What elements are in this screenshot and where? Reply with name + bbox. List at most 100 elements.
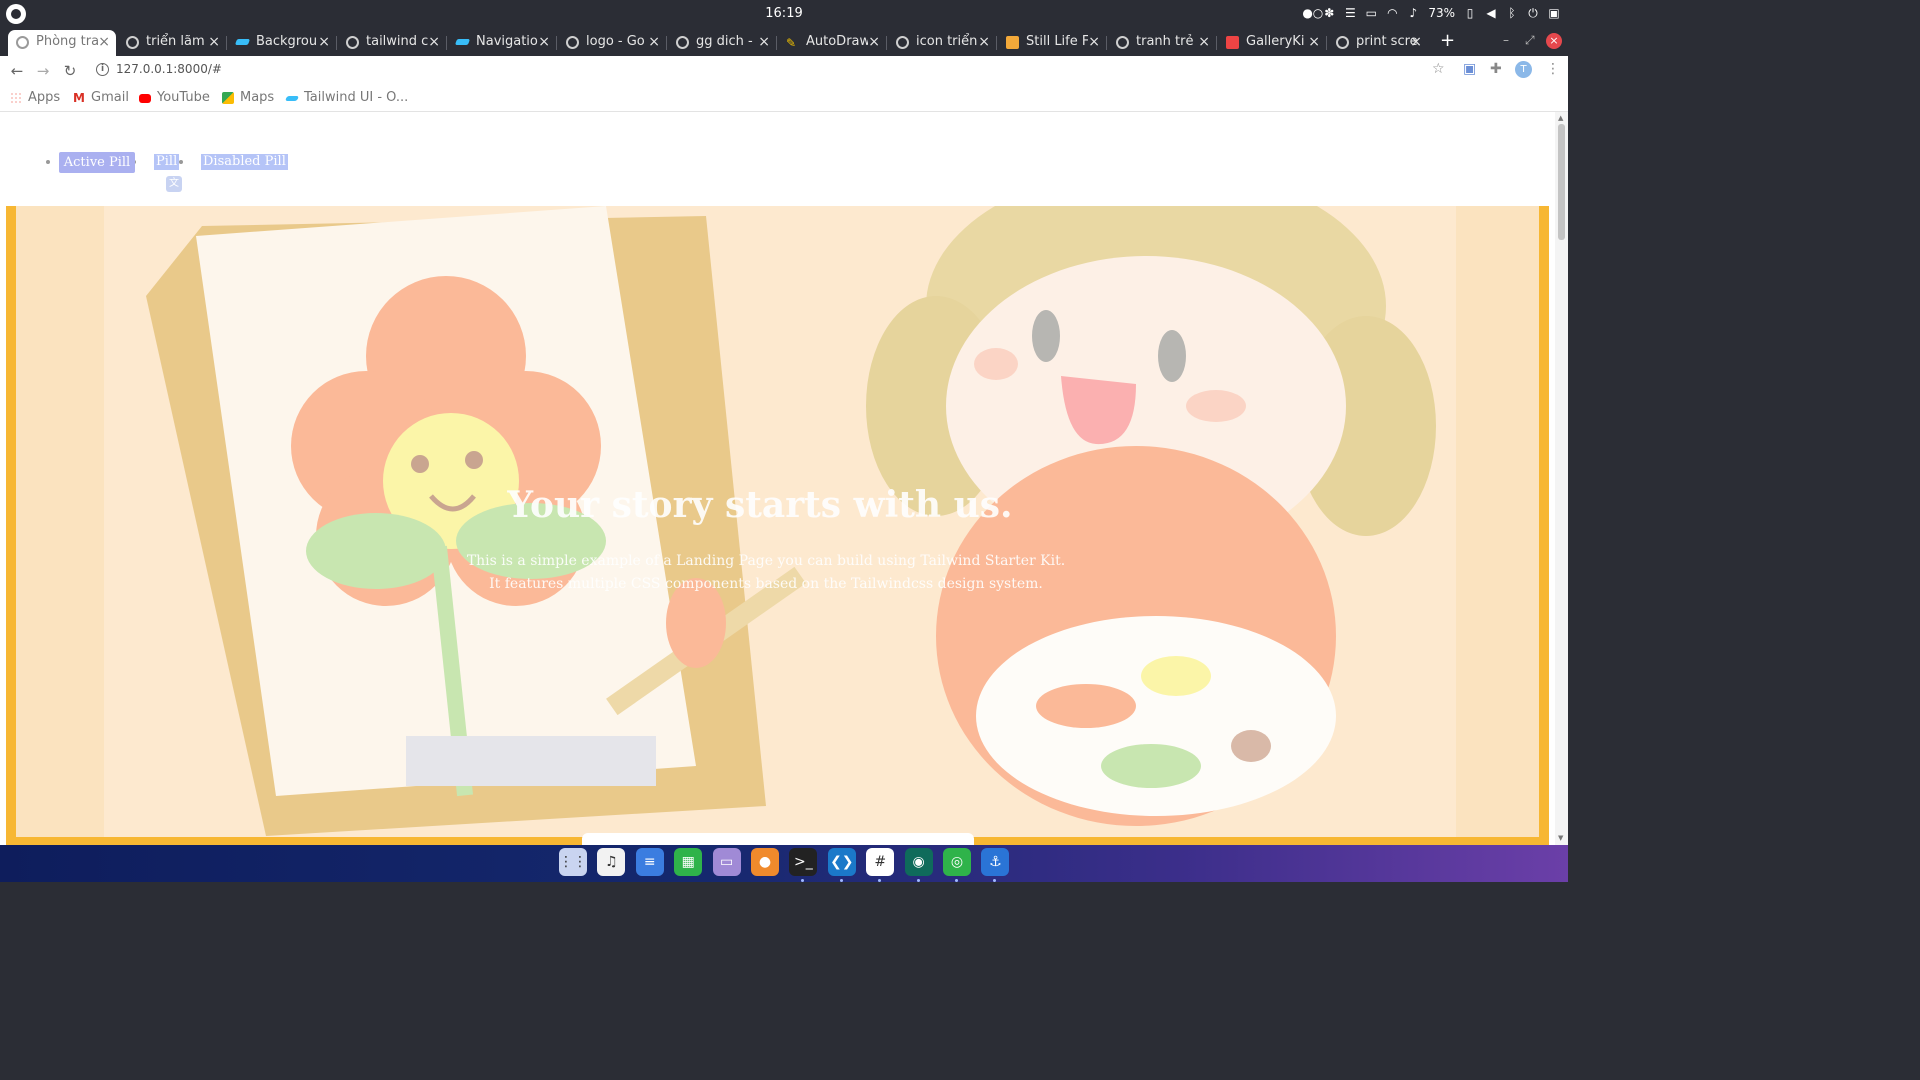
anchor-icon[interactable]: ⚓ — [981, 848, 1010, 876]
maximize-window-icon[interactable]: ⤢ — [1525, 33, 1535, 48]
gitkraken-icon[interactable]: ◉ — [904, 848, 933, 876]
text-editor-icon[interactable]: ≡ — [635, 848, 664, 876]
close-tab-icon[interactable]: × — [1088, 30, 1100, 54]
active-pill[interactable]: Active Pill — [59, 152, 135, 173]
chrome-icon[interactable]: ◎ — [943, 848, 971, 876]
firefox-icon[interactable]: ● — [751, 848, 779, 876]
pencil-favicon-icon: ✎ — [786, 36, 797, 50]
url-text[interactable]: 127.0.0.1:8000/# — [116, 62, 222, 76]
page-scrollbar[interactable]: ▲ ▼ — [1555, 112, 1568, 845]
close-tab-icon[interactable]: × — [1198, 30, 1210, 54]
more-menu-icon[interactable]: ⋮ — [1546, 61, 1560, 77]
wifi-icon[interactable]: ◠ — [1386, 7, 1398, 19]
tab-title: icon triển — [916, 34, 978, 49]
list-bullet — [46, 160, 50, 164]
close-tab-icon[interactable]: × — [318, 30, 330, 54]
power-icon[interactable]: ⏻ — [1527, 7, 1539, 19]
folder-tray-icon[interactable]: ▭ — [1365, 7, 1377, 19]
tab-title: gg dich - — [696, 34, 753, 49]
tab-title: AutoDraw — [806, 34, 868, 49]
bookmark-tailwind-ui[interactable]: Tailwind UI - O... — [284, 90, 409, 105]
maps-icon — [222, 92, 234, 104]
hero-section: Your story starts with us. This is a sim… — [6, 206, 1549, 845]
notification-bell-icon[interactable]: ♪ — [1407, 7, 1419, 19]
tab-still-life[interactable]: Still Life F × — [998, 30, 1106, 56]
google-favicon-icon — [1336, 36, 1349, 49]
tab-icon-trien[interactable]: icon triển × — [888, 30, 996, 56]
tab-tailwind[interactable]: tailwind c × — [338, 30, 446, 56]
close-tab-icon[interactable]: × — [978, 30, 990, 54]
tab-title: GalleryKi — [1246, 34, 1305, 49]
tab-separator — [226, 36, 227, 50]
slack-icon[interactable]: # — [866, 848, 895, 876]
close-window-icon[interactable]: × — [1546, 33, 1562, 49]
vscode-icon[interactable]: ❮❯ — [827, 848, 856, 876]
tailwind-favicon-icon — [454, 39, 471, 45]
app-grid-icon[interactable]: ⋮⋮ — [559, 848, 587, 876]
disabled-pill[interactable]: Disabled Pill — [201, 154, 288, 170]
bluetooth-icon[interactable]: ᛒ — [1506, 7, 1518, 19]
bookmark-gmail[interactable]: M Gmail — [73, 90, 129, 105]
terminal-icon[interactable]: >_ — [789, 848, 818, 876]
window-icon[interactable]: ▣ — [1548, 7, 1560, 19]
battery-percentage[interactable]: 73% — [1428, 6, 1455, 20]
tab-logo-google[interactable]: logo - Go × — [558, 30, 666, 56]
tab-print-screen[interactable]: print scre × — [1328, 30, 1428, 56]
close-tab-icon[interactable]: × — [428, 30, 440, 54]
tab-gallerykit[interactable]: GalleryKi × — [1218, 30, 1326, 56]
extensions-puzzle-icon[interactable]: ✚ — [1490, 61, 1502, 77]
tab-autodraw[interactable]: ✎ AutoDraw × — [778, 30, 886, 56]
close-tab-icon[interactable]: × — [538, 30, 550, 54]
tab-background[interactable]: Backgrou × — [228, 30, 336, 56]
close-tab-icon[interactable]: × — [1308, 30, 1320, 54]
bookmark-label: Tailwind UI - O... — [304, 90, 409, 105]
battery-icon[interactable]: ▯ — [1464, 7, 1476, 19]
reload-icon[interactable]: ↻ — [61, 62, 79, 80]
menu-icon[interactable]: ☰ — [1344, 7, 1356, 19]
tab-separator — [1326, 36, 1327, 50]
browser-tab-strip: Phòng tra × triển lãm × Backgrou × tailw… — [0, 28, 1568, 56]
youtube-icon — [139, 94, 151, 103]
profile-avatar[interactable]: T — [1515, 61, 1532, 78]
forward-arrow-icon[interactable]: → — [34, 62, 52, 80]
hero-description-line2: multiple CSS components based on the Tai… — [567, 576, 1043, 592]
pill-link[interactable]: Pill — [154, 154, 180, 170]
bookmark-apps[interactable]: Apps — [10, 90, 60, 105]
close-tab-icon[interactable]: × — [868, 30, 880, 54]
close-tab-icon[interactable]: × — [1410, 30, 1422, 54]
bookmark-star-icon[interactable]: ☆ — [1432, 61, 1445, 77]
close-tab-icon[interactable]: × — [208, 30, 220, 54]
tab-title: tailwind c — [366, 34, 428, 49]
music-icon[interactable]: ♫ — [597, 848, 626, 876]
tailwind-favicon-icon — [234, 39, 251, 45]
close-tab-icon[interactable]: × — [98, 30, 110, 54]
tab-tranh-tre[interactable]: tranh trẻ × — [1108, 30, 1216, 56]
close-tab-icon[interactable]: × — [648, 30, 660, 54]
bookmarks-bar: Apps M Gmail YouTube Maps Tailwind UI - … — [0, 84, 1568, 112]
site-info-icon[interactable]: i — [96, 63, 109, 76]
tab-separator — [666, 36, 667, 50]
record-toggle-icon[interactable]: ●○ — [1302, 7, 1323, 19]
translate-popup-icon[interactable]: 文 — [166, 176, 182, 192]
bookmark-maps[interactable]: Maps — [222, 90, 274, 105]
globe-favicon-icon — [16, 36, 29, 49]
slack-tray-icon[interactable]: ✽ — [1323, 7, 1335, 19]
close-tab-icon[interactable]: × — [758, 30, 770, 54]
tab-phong-tranh[interactable]: Phòng tra × — [8, 30, 116, 56]
scroll-down-arrow-icon[interactable]: ▼ — [1558, 834, 1563, 842]
minimize-window-icon[interactable]: – — [1503, 33, 1509, 47]
app-dock: ⋮⋮ ♫ ≡ ▦ ▭ ● >_ ❮❯ # ◉ ◎ ⚓ — [0, 845, 1568, 882]
new-tab-button[interactable]: + — [1440, 30, 1456, 51]
address-bar[interactable]: i 127.0.0.1:8000/# — [92, 59, 1412, 81]
tab-gg-dich[interactable]: gg dich - × — [668, 30, 776, 56]
translate-icon[interactable]: ▣ — [1463, 61, 1476, 77]
bookmark-youtube[interactable]: YouTube — [139, 90, 210, 105]
back-arrow-icon[interactable]: ← — [8, 62, 26, 80]
volume-icon[interactable]: ◀ — [1485, 7, 1497, 19]
spreadsheet-icon[interactable]: ▦ — [674, 848, 703, 876]
scrollbar-thumb[interactable] — [1558, 124, 1565, 240]
files-icon[interactable]: ▭ — [712, 848, 741, 876]
scroll-up-arrow-icon[interactable]: ▲ — [1558, 114, 1563, 122]
tab-trien-lam[interactable]: triển lãm × — [118, 30, 226, 56]
tab-navigation[interactable]: Navigatio × — [448, 30, 556, 56]
